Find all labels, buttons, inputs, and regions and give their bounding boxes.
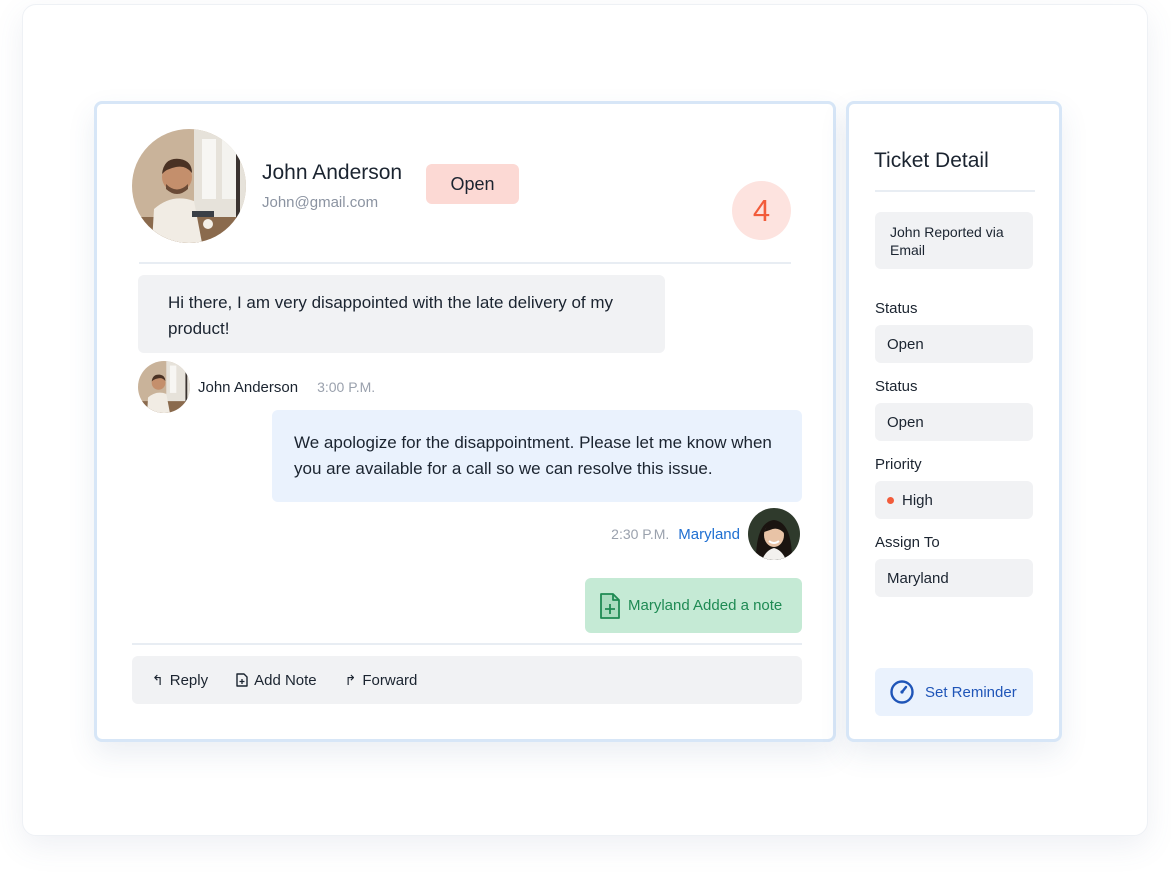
customer-email: John@gmail.com bbox=[262, 194, 379, 211]
reply-label: Reply bbox=[169, 671, 209, 689]
conversation-panel: John Anderson John@gmail.com Open 4 Hi t… bbox=[94, 101, 836, 742]
add-document-icon bbox=[598, 592, 622, 620]
sender-avatar bbox=[138, 361, 190, 413]
assign-to-value: Maryland bbox=[887, 569, 949, 587]
agent-avatar bbox=[748, 508, 800, 560]
status-label-2: Status bbox=[875, 378, 918, 395]
forward-arrow-icon: ↱ bbox=[344, 671, 357, 688]
incoming-message: Hi there, I am very disappointed with th… bbox=[138, 275, 665, 353]
status-value: Open bbox=[887, 335, 924, 353]
priority-field[interactable]: High bbox=[875, 481, 1033, 519]
priority-label: Priority bbox=[875, 456, 922, 473]
document-icon bbox=[236, 673, 248, 687]
status-field-2[interactable]: Open bbox=[875, 403, 1033, 441]
reply-arrow-icon: ↰ bbox=[152, 671, 164, 688]
ticket-detail-panel: Ticket Detail John Reported via Email St… bbox=[846, 101, 1062, 742]
status-label: Status bbox=[875, 300, 918, 317]
incoming-message-meta: John Anderson 3:00 P.M. bbox=[138, 361, 375, 413]
header-divider bbox=[139, 262, 791, 264]
clock-icon bbox=[889, 679, 915, 705]
assign-to-label: Assign To bbox=[875, 534, 940, 551]
outgoing-timestamp: 2:30 P.M. bbox=[611, 526, 670, 542]
detail-divider bbox=[875, 190, 1035, 192]
status-field[interactable]: Open bbox=[875, 325, 1033, 363]
outgoing-sender-name[interactable]: Maryland bbox=[678, 526, 740, 543]
status-badge: Open bbox=[426, 164, 519, 204]
outgoing-message: We apologize for the disappointment. Ple… bbox=[272, 410, 802, 502]
reply-button[interactable]: ↰ Reply bbox=[152, 672, 208, 689]
set-reminder-button[interactable]: Set Reminder bbox=[875, 668, 1033, 716]
add-note-button[interactable]: Add Note bbox=[236, 672, 317, 689]
incoming-timestamp: 3:00 P.M. bbox=[317, 379, 376, 395]
status-value-2: Open bbox=[887, 413, 924, 431]
add-note-label: Add Note bbox=[254, 671, 317, 689]
action-bar: ↰ Reply Add Note ↱ Forward bbox=[132, 656, 802, 704]
ticket-detail-title: Ticket Detail bbox=[874, 149, 989, 172]
forward-label: Forward bbox=[362, 671, 418, 689]
customer-name: John Anderson bbox=[262, 161, 403, 184]
message-count-badge: 4 bbox=[732, 181, 791, 240]
note-chip-label: Maryland Added a note bbox=[628, 597, 783, 614]
reported-via-box: John Reported via Email bbox=[875, 212, 1033, 269]
note-added-chip[interactable]: Maryland Added a note bbox=[585, 578, 802, 633]
priority-value: High bbox=[902, 491, 933, 509]
incoming-sender-name: John Anderson bbox=[198, 378, 299, 396]
forward-button[interactable]: ↱ Forward bbox=[345, 672, 418, 689]
assign-to-field[interactable]: Maryland bbox=[875, 559, 1033, 597]
outgoing-message-meta: 2:30 P.M. Maryland bbox=[611, 508, 800, 560]
footer-divider bbox=[132, 643, 802, 645]
customer-avatar bbox=[132, 129, 246, 243]
set-reminder-label: Set Reminder bbox=[925, 683, 1017, 701]
priority-dot-icon bbox=[887, 496, 894, 504]
